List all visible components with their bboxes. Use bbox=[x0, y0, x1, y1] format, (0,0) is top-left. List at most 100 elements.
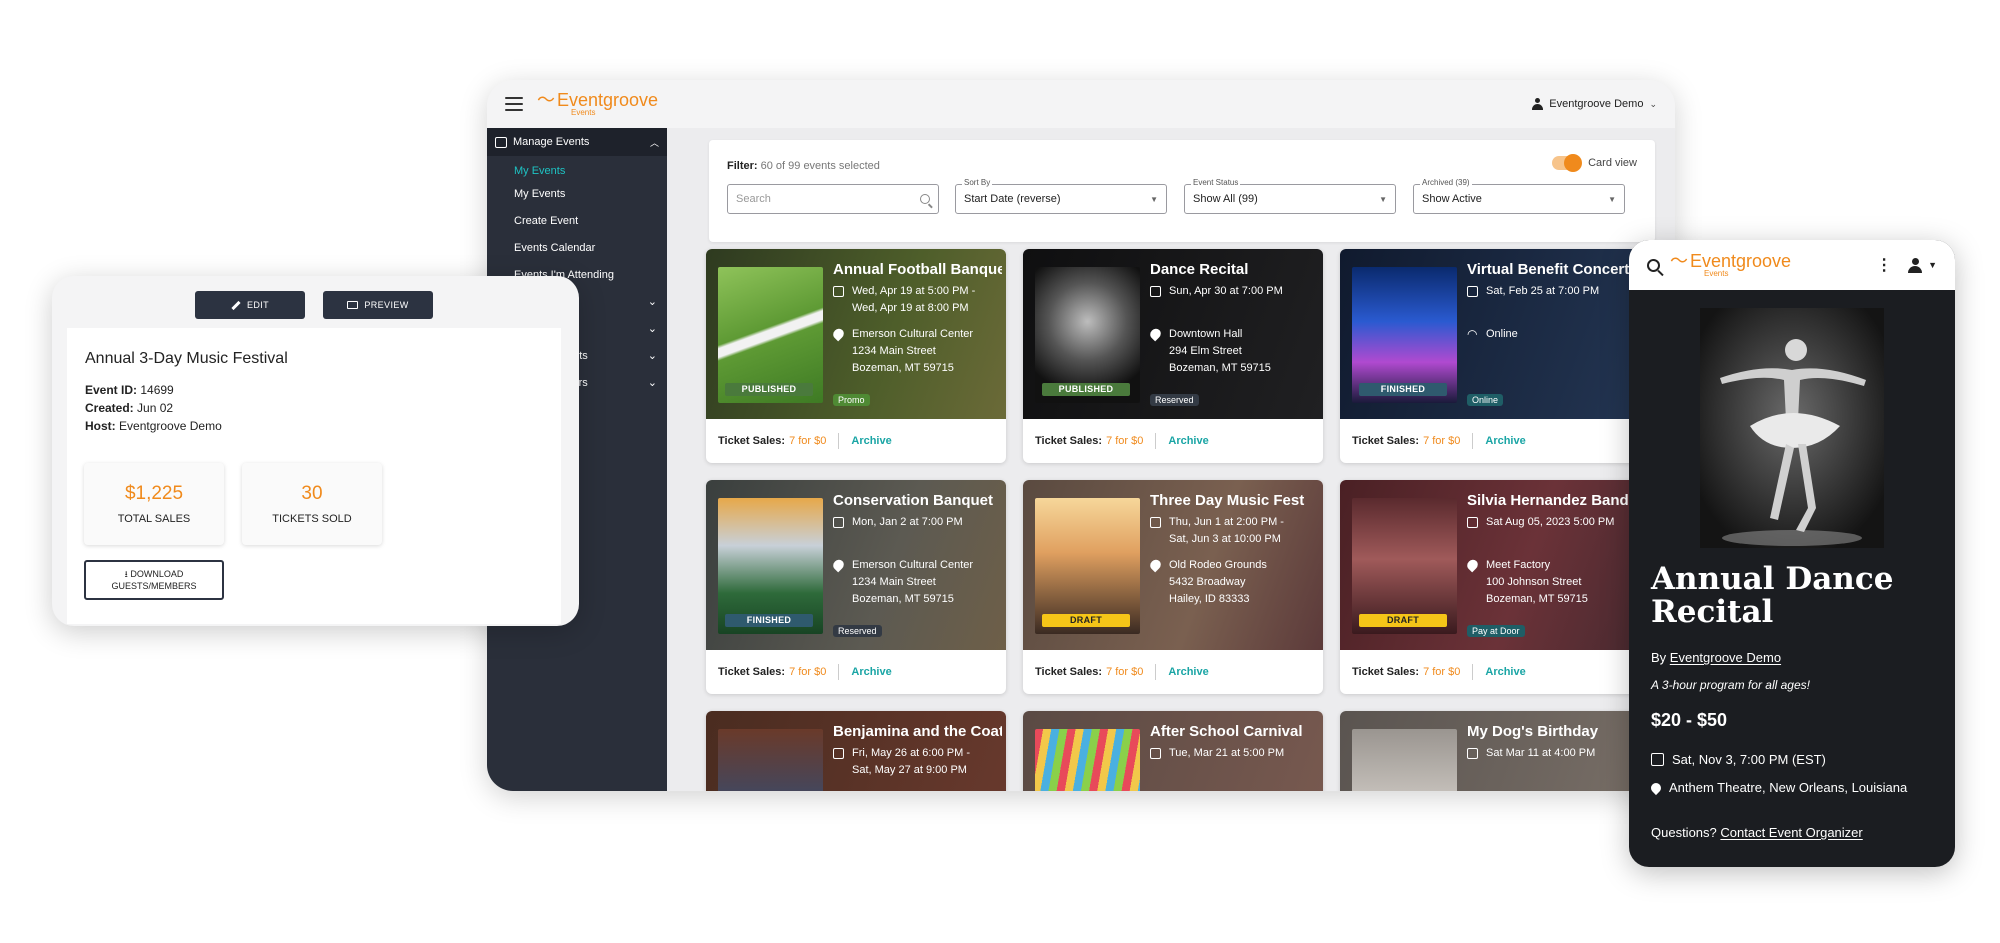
event-date-row: Sat Mar 11 at 4:00 PM bbox=[1467, 745, 1595, 762]
ticket-sales-value[interactable]: 7 for $0 bbox=[1423, 666, 1460, 678]
more-vertical-icon[interactable]: ⋮ bbox=[1876, 255, 1892, 275]
status-badge: FINISHED bbox=[1359, 383, 1447, 396]
ticket-sales-value[interactable]: 7 for $0 bbox=[1106, 435, 1143, 447]
event-date-line: Sat Mar 11 at 4:00 PM bbox=[1486, 747, 1596, 759]
event-card-title[interactable]: Three Day Music Fest bbox=[1150, 492, 1319, 509]
search-icon[interactable] bbox=[1647, 258, 1660, 272]
archive-link[interactable]: Archive bbox=[1485, 666, 1525, 678]
host-link[interactable]: Eventgroove Demo bbox=[1670, 650, 1781, 665]
screenshot-stage: 〜 Eventgroove Events Eventgroove Demo ⌄ M… bbox=[0, 0, 2000, 943]
mobile-brand-logo[interactable]: 〜 Eventgroove Events bbox=[1670, 252, 1791, 278]
status-badge: PUBLISHED bbox=[725, 383, 813, 396]
filter-count: 60 of 99 events selected bbox=[760, 160, 880, 172]
event-card[interactable]: PUBLISHED Annual Football Banquet Wed, Apr… bbox=[706, 249, 1006, 463]
event-card[interactable]: PUBLISHED Dance Recital Sun, Apr 30 at 7:0… bbox=[1023, 249, 1323, 463]
event-card-body: DRAFT Silvia Hernandez Band Sat Aug 05, 20… bbox=[1340, 480, 1640, 650]
event-location-line: 5432 Broadway bbox=[1169, 576, 1246, 588]
archive-link[interactable]: Archive bbox=[851, 666, 891, 678]
event-date-text: Sat Mar 11 at 4:00 PM bbox=[1486, 745, 1595, 762]
event-card-title[interactable]: Annual Football Banquet bbox=[833, 261, 1002, 278]
calendar-icon bbox=[1651, 753, 1664, 766]
by-label: By bbox=[1651, 650, 1667, 665]
hamburger-icon[interactable] bbox=[505, 97, 523, 111]
tickets-sold-value: 30 bbox=[301, 483, 323, 504]
archive-link[interactable]: Archive bbox=[1485, 435, 1525, 447]
event-title: Annual 3-Day Music Festival bbox=[85, 350, 288, 367]
user-menu[interactable]: Eventgroove Demo ⌄ bbox=[1532, 98, 1657, 110]
archive-link[interactable]: Archive bbox=[851, 435, 891, 447]
search-input[interactable]: Search bbox=[727, 184, 939, 214]
event-card-title[interactable]: Dance Recital bbox=[1150, 261, 1319, 278]
event-card[interactable]: DRAFT Silvia Hernandez Band Sat Aug 05, 20… bbox=[1340, 480, 1640, 694]
brand-logo[interactable]: 〜 Eventgroove Events bbox=[537, 91, 658, 117]
tickets-sold-label: TICKETS SOLD bbox=[272, 513, 352, 525]
event-card[interactable]: After School Carnival Tue, Mar 21 at 5:00… bbox=[1023, 711, 1323, 791]
footer-divider bbox=[1472, 433, 1474, 449]
event-card-title[interactable]: My Dog's Birthday bbox=[1467, 723, 1636, 740]
event-card-title[interactable]: After School Carnival bbox=[1150, 723, 1319, 740]
total-sales-stat: $1,225 TOTAL SALES bbox=[84, 463, 224, 545]
card-view-toggle[interactable]: Card view bbox=[1552, 154, 1637, 172]
archive-link[interactable]: Archive bbox=[1168, 666, 1208, 678]
ticket-sales-label: Ticket Sales: bbox=[718, 435, 786, 447]
archive-link[interactable]: Archive bbox=[1168, 435, 1208, 447]
event-card-title[interactable]: Benjamina and the Coat bbox=[833, 723, 1002, 740]
event-date-line: Tue, Mar 21 at 5:00 PM bbox=[1169, 747, 1285, 759]
caret-down-icon[interactable]: ▼ bbox=[1928, 260, 1937, 270]
event-id-row: Event ID: 14699 bbox=[85, 383, 174, 397]
event-summary-panel: EDIT PREVIEW Annual 3-Day Music Festival… bbox=[52, 276, 579, 626]
event-card-footer: Ticket Sales: 7 for $0 Archive bbox=[1340, 419, 1640, 463]
event-location-line: Bozeman, MT 59715 bbox=[1169, 362, 1271, 374]
event-card[interactable]: FINISHED Conservation Banquet Mon, Jan 2 a… bbox=[706, 480, 1006, 694]
status-select[interactable]: Event Status Show All (99) ▼ bbox=[1184, 178, 1396, 214]
event-card-body: DRAFT Three Day Music Fest Thu, Jun 1 at 2… bbox=[1023, 480, 1323, 650]
sidebar-item-my-events[interactable]: My Events bbox=[487, 180, 667, 207]
mobile-host-row: By Eventgroove Demo bbox=[1651, 650, 1781, 665]
created-value: Jun 02 bbox=[137, 401, 174, 415]
total-sales-value: $1,225 bbox=[124, 483, 184, 504]
mobile-questions-row: Questions? Contact Event Organizer bbox=[1651, 825, 1863, 840]
created-row: Created: Jun 02 bbox=[85, 401, 173, 415]
event-date-text: Thu, Jun 1 at 2:00 PM - Sat, Jun 3 at 10:… bbox=[1169, 514, 1284, 548]
event-card[interactable]: DRAFT Three Day Music Fest Thu, Jun 1 at 2… bbox=[1023, 480, 1323, 694]
event-card-title[interactable]: Virtual Benefit Concert bbox=[1467, 261, 1636, 278]
ticket-sales-value[interactable]: 7 for $0 bbox=[789, 666, 826, 678]
sidebar-item-events-calendar[interactable]: Events Calendar bbox=[487, 234, 667, 261]
person-icon[interactable] bbox=[1908, 257, 1923, 273]
preview-button[interactable]: PREVIEW bbox=[323, 291, 433, 319]
ticket-sales-value[interactable]: 7 for $0 bbox=[1106, 666, 1143, 678]
edit-button[interactable]: EDIT bbox=[195, 291, 305, 319]
download-icon: ⭳ bbox=[124, 569, 128, 579]
ticket-sales-value[interactable]: 7 for $0 bbox=[789, 435, 826, 447]
download-label-2: GUESTS/MEMBERS bbox=[111, 581, 197, 591]
footer-divider bbox=[838, 664, 840, 680]
sidebar-section-manage-events[interactable]: Manage Events ︿ bbox=[487, 128, 667, 156]
event-thumbnail bbox=[1352, 729, 1457, 791]
location-pin-icon bbox=[1648, 780, 1664, 795]
event-card[interactable]: FINISHED Virtual Benefit Concert Sat, Feb … bbox=[1340, 249, 1640, 463]
toggle-switch[interactable] bbox=[1552, 154, 1583, 172]
event-card[interactable]: Benjamina and the Coat Fri, May 26 at 6:0… bbox=[706, 711, 1006, 791]
sidebar-item-my-events-active[interactable]: My Events bbox=[487, 162, 667, 180]
contact-organizer-link[interactable]: Contact Event Organizer bbox=[1720, 825, 1862, 840]
mobile-brand-sub: Events bbox=[1704, 269, 1729, 278]
sidebar-item-create-event[interactable]: Create Event bbox=[487, 207, 667, 234]
event-date-row: Mon, Jan 2 at 7:00 PM bbox=[833, 514, 963, 531]
ticket-sales-label: Ticket Sales: bbox=[1035, 666, 1103, 678]
event-card-title[interactable]: Conservation Banquet bbox=[833, 492, 1002, 509]
mobile-location: Anthem Theatre, New Orleans, Louisiana bbox=[1669, 780, 1908, 795]
event-card-title[interactable]: Silvia Hernandez Band bbox=[1467, 492, 1636, 509]
event-location-line: 1234 Main Street bbox=[852, 576, 936, 588]
calendar-icon bbox=[833, 286, 844, 297]
archived-select[interactable]: Archived (39) Show Active ▼ bbox=[1413, 178, 1625, 214]
ticket-sales-value[interactable]: 7 for $0 bbox=[1423, 435, 1460, 447]
event-card[interactable]: My Dog's BirthdaySat Mar 11 at 4:00 PMTi… bbox=[1340, 711, 1640, 791]
event-card-body: FINISHED Virtual Benefit Concert Sat, Feb … bbox=[1340, 249, 1640, 419]
sort-select[interactable]: Sort By Start Date (reverse) ▼ bbox=[955, 178, 1167, 214]
tickets-sold-stat: 30 TICKETS SOLD bbox=[242, 463, 382, 545]
person-icon bbox=[1532, 98, 1544, 110]
download-guests-button[interactable]: ⭳ DOWNLOAD GUESTS/MEMBERS bbox=[84, 560, 224, 600]
mobile-event-title: Annual Dance Recital bbox=[1651, 561, 1894, 630]
event-card-footer: Ticket Sales: 7 for $0 Archive bbox=[706, 650, 1006, 694]
status-value: Show All (99) bbox=[1193, 193, 1258, 205]
